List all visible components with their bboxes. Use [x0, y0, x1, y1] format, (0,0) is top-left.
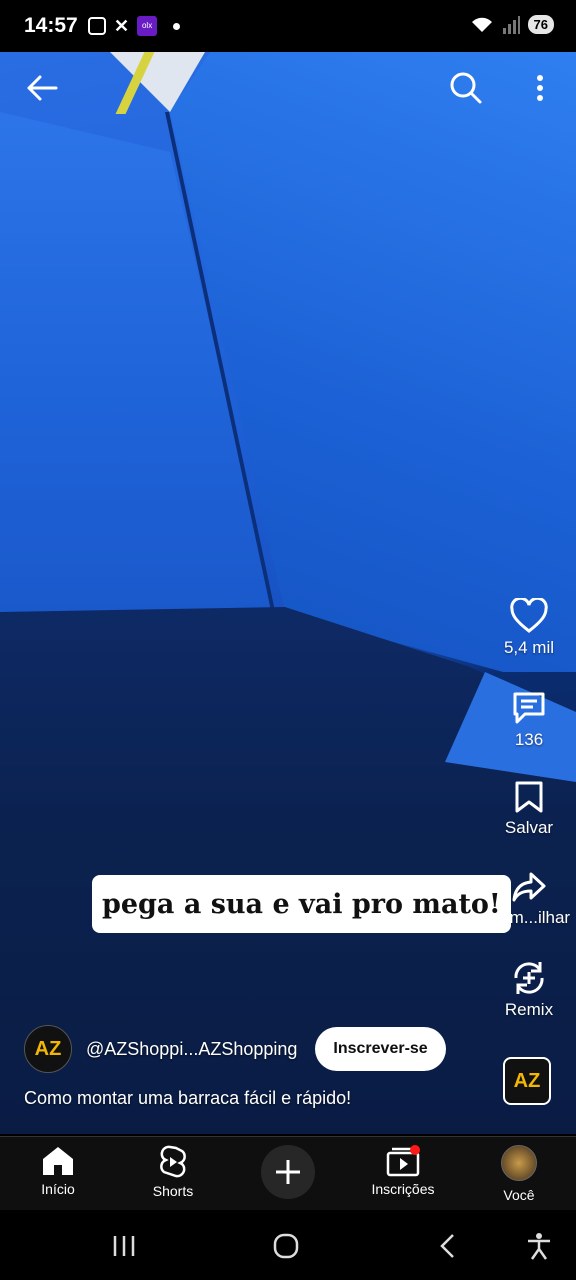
back-system-button[interactable] [428, 1230, 468, 1262]
status-right: 76 [470, 15, 554, 34]
remix-label: Remix [504, 1000, 554, 1019]
nav-subscriptions-label: Inscrições [371, 1181, 435, 1197]
bottom-nav: Início Shorts Inscrições Você [0, 1136, 576, 1211]
system-nav-bar [0, 1210, 576, 1280]
accessibility-button[interactable] [519, 1230, 559, 1262]
sound-thumbnail[interactable]: AZ [503, 1057, 551, 1105]
nav-you[interactable]: Você [474, 1145, 564, 1203]
chevron-left-icon [440, 1234, 454, 1258]
comment-count: 136 [514, 730, 544, 749]
nav-home-label: Início [41, 1181, 75, 1197]
video-title[interactable]: Como montar uma barraca fácil e rápido! [24, 1088, 351, 1109]
nav-shorts[interactable]: Shorts [128, 1145, 218, 1199]
olx-icon: olx [137, 16, 158, 36]
comment-button[interactable]: 136 [479, 690, 576, 750]
home-icon [43, 1147, 73, 1175]
save-label: Salvar [504, 818, 554, 837]
nav-home[interactable]: Início [13, 1145, 103, 1197]
status-bar: 14:57 ✕ olx 76 [0, 0, 576, 52]
more-options-button[interactable] [520, 68, 560, 108]
remix-icon [514, 962, 544, 994]
new-content-dot [410, 1145, 420, 1155]
home-system-button[interactable] [266, 1230, 306, 1262]
notification-icons: ✕ olx [88, 16, 181, 36]
create-button[interactable] [261, 1145, 315, 1199]
search-icon [450, 72, 482, 104]
subscribe-button[interactable]: Inscrever-se [315, 1027, 446, 1071]
channel-name[interactable]: @AZShoppi...AZShopping [86, 1039, 297, 1060]
channel-avatar[interactable]: AZ [24, 1025, 72, 1073]
nav-shorts-label: Shorts [152, 1183, 194, 1199]
wifi-icon [471, 17, 492, 32]
share-icon [512, 872, 546, 902]
recent-apps-icon [113, 1236, 135, 1256]
like-count: 5,4 mil [503, 638, 555, 657]
battery-icon: 76 [527, 15, 554, 34]
nav-you-label: Você [503, 1187, 535, 1203]
recent-apps-button[interactable] [104, 1230, 144, 1262]
accessibility-icon [528, 1233, 550, 1260]
search-button[interactable] [446, 68, 486, 108]
arrow-left-icon [27, 75, 58, 101]
plus-icon [276, 1160, 300, 1184]
channel-row: AZ @AZShoppi...AZShopping Inscrever-se [24, 1025, 446, 1073]
screenshot-icon [88, 17, 106, 35]
like-button[interactable]: 5,4 mil [479, 598, 576, 658]
video-caption-overlay: pega a sua e vai pro mato! [92, 875, 511, 933]
more-vert-icon [537, 75, 543, 101]
comment-icon [513, 692, 545, 724]
remix-button[interactable]: Remix [479, 960, 576, 1020]
nav-subscriptions[interactable]: Inscrições [358, 1145, 448, 1197]
x-icon: ✕ [114, 16, 130, 36]
home-circle-icon [273, 1233, 299, 1259]
back-button[interactable] [22, 68, 62, 108]
avatar [501, 1145, 537, 1181]
status-time: 14:57 [24, 14, 78, 37]
heart-icon [510, 598, 548, 633]
signal-icon [502, 15, 520, 34]
save-button[interactable]: Salvar [479, 780, 576, 838]
shorts-icon [160, 1145, 186, 1178]
bookmark-icon [515, 781, 543, 813]
notification-dot-icon [173, 22, 181, 30]
